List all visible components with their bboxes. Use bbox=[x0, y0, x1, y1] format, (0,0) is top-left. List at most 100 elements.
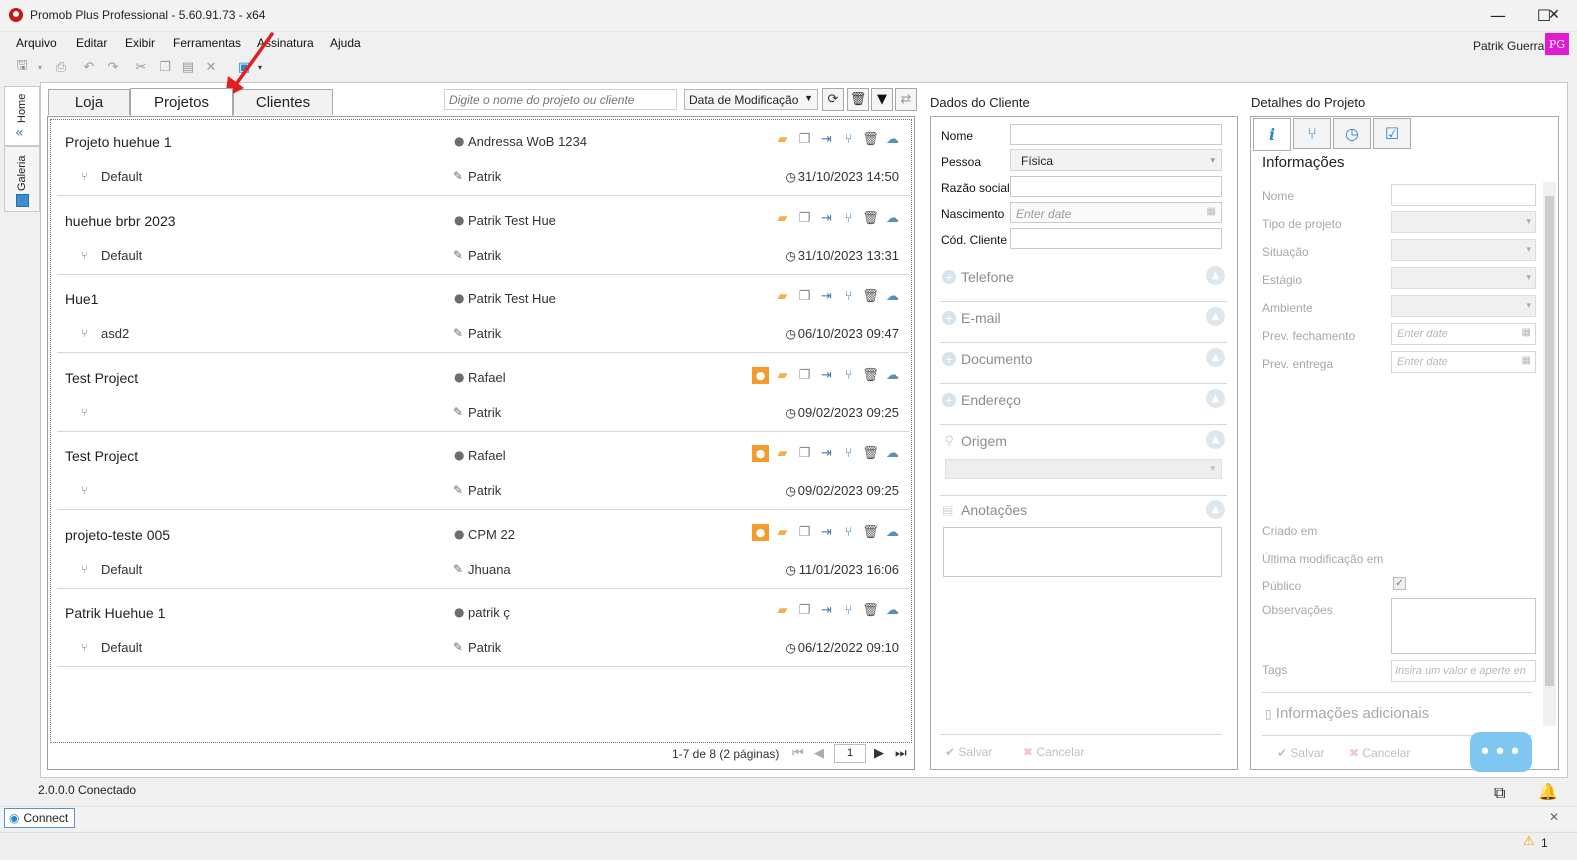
save-icon[interactable]: 🖫 bbox=[14, 58, 30, 75]
project-search-input[interactable] bbox=[444, 89, 677, 110]
next-page-icon[interactable]: ▶ bbox=[874, 746, 884, 761]
razao-social-input[interactable] bbox=[1010, 176, 1222, 197]
client-badge-icon[interactable]: ● bbox=[752, 523, 769, 541]
delete-icon[interactable]: 🗑 bbox=[862, 131, 879, 148]
warning-icon[interactable]: ⚠ bbox=[1523, 834, 1535, 849]
tab-info[interactable]: i bbox=[1253, 118, 1291, 151]
undo-icon[interactable]: ↶ bbox=[81, 59, 97, 75]
det-estagio-select[interactable]: ▾ bbox=[1391, 267, 1536, 289]
det-tags-input[interactable]: Insira um valor e aperte en bbox=[1391, 660, 1536, 682]
nascimento-input[interactable]: Enter date ▦ bbox=[1010, 202, 1222, 223]
folder-icon[interactable]: ▰ bbox=[774, 524, 791, 541]
project-row[interactable]: Test Project ⑂ Rafael Patrik 09/02/2023 … bbox=[57, 432, 909, 510]
chat-bubble-button[interactable]: ••• bbox=[1470, 732, 1532, 772]
cloud-icon[interactable]: ☁ bbox=[884, 288, 901, 305]
menu-exibir[interactable]: Exibir bbox=[125, 36, 155, 50]
export-icon[interactable]: ⇥ bbox=[818, 602, 835, 619]
delete-icon[interactable]: 🗑 bbox=[862, 445, 879, 462]
add-version-icon[interactable]: ⑂ bbox=[840, 131, 857, 148]
det-prev-entrega-input[interactable]: Enter date ▦ bbox=[1391, 351, 1536, 373]
det-ambiente-select[interactable]: ▾ bbox=[1391, 295, 1536, 317]
calendar-icon[interactable]: ▦ bbox=[1522, 327, 1531, 338]
delete-icon[interactable]: ✕ bbox=[203, 59, 219, 75]
section-documento[interactable]: + Documento ▲ bbox=[940, 344, 1227, 384]
client-cancel-button[interactable]: ✖ Cancelar bbox=[1023, 745, 1084, 759]
calendar-icon[interactable]: ▦ bbox=[1522, 355, 1531, 366]
first-page-icon[interactable]: ⏮ bbox=[792, 746, 804, 761]
project-row[interactable]: huehue brbr 2023 ⑂ Default Patrik Test H… bbox=[57, 197, 909, 275]
cut-icon[interactable]: ✂ bbox=[133, 59, 149, 75]
client-badge-icon[interactable]: ● bbox=[752, 366, 769, 384]
menu-arquivo[interactable]: Arquivo bbox=[16, 36, 57, 50]
nome-input[interactable] bbox=[1010, 124, 1222, 145]
copy-icon[interactable]: ❐ bbox=[796, 524, 813, 541]
project-row[interactable]: Projeto huehue 1 ⑂ Default Andressa WoB … bbox=[57, 118, 909, 196]
add-version-icon[interactable]: ⑂ bbox=[840, 445, 857, 462]
folder-icon[interactable]: ▰ bbox=[774, 288, 791, 305]
delete-icon[interactable]: 🗑 bbox=[862, 210, 879, 227]
details-save-button[interactable]: ✔ Salvar bbox=[1277, 746, 1324, 760]
cloud-icon[interactable]: ☁ bbox=[884, 524, 901, 541]
cloud-icon[interactable]: ☁ bbox=[884, 445, 901, 462]
cloud-icon[interactable]: ☁ bbox=[884, 367, 901, 384]
folder-icon[interactable]: ▰ bbox=[774, 210, 791, 227]
delete-icon[interactable]: 🗑 bbox=[862, 367, 879, 384]
collapse-icon[interactable]: ▲ bbox=[1206, 500, 1225, 519]
tab-versions[interactable]: ⑂ bbox=[1293, 118, 1331, 149]
cloud-icon[interactable]: ☁ bbox=[884, 131, 901, 148]
copy-icon[interactable]: ❐ bbox=[796, 602, 813, 619]
connect-button[interactable]: ◉ Connect bbox=[4, 808, 75, 828]
origem-select[interactable]: ▾ bbox=[945, 459, 1222, 479]
save-dropdown-icon[interactable]: ▾ bbox=[32, 59, 48, 75]
paste-icon[interactable]: ▤ bbox=[180, 59, 196, 75]
section-origem[interactable]: ⚲ Origem ▲ ▾ bbox=[940, 426, 1227, 496]
menu-editar[interactable]: Editar bbox=[76, 36, 107, 50]
menu-ajuda[interactable]: Ajuda bbox=[330, 36, 361, 50]
anotacoes-textarea[interactable] bbox=[943, 527, 1222, 577]
section-info-adicionais[interactable]: ▯ Informações adicionais bbox=[1265, 705, 1429, 722]
redo-icon[interactable]: ↷ bbox=[105, 59, 121, 75]
bell-icon[interactable]: 🔔 bbox=[1538, 782, 1558, 801]
swap-button[interactable]: ⇄ bbox=[895, 88, 917, 111]
det-situacao-select[interactable]: ▾ bbox=[1391, 239, 1536, 261]
user-name[interactable]: Patrik Guerra bbox=[1473, 39, 1544, 53]
client-badge-icon[interactable]: ● bbox=[752, 445, 769, 462]
side-tab-home[interactable]: Home « bbox=[4, 86, 40, 146]
tab-projetos[interactable]: Projetos bbox=[130, 88, 233, 116]
add-version-icon[interactable]: ⑂ bbox=[840, 210, 857, 227]
pessoa-select[interactable]: Física ▾ bbox=[1010, 149, 1222, 171]
publico-checkbox[interactable]: ✓ bbox=[1393, 577, 1406, 590]
details-cancel-button[interactable]: ✖ Cancelar bbox=[1349, 746, 1410, 760]
add-version-icon[interactable]: ⑂ bbox=[840, 288, 857, 305]
export-icon[interactable]: ⇥ bbox=[818, 524, 835, 541]
side-tab-galeria[interactable]: Galeria bbox=[4, 146, 40, 212]
det-tipo-select[interactable]: ▾ bbox=[1391, 211, 1536, 233]
add-version-icon[interactable]: ⑂ bbox=[840, 367, 857, 384]
export-icon[interactable]: ⇥ bbox=[818, 445, 835, 462]
collapse-icon[interactable]: ▲ bbox=[1206, 266, 1225, 285]
copy-icon[interactable]: ❐ bbox=[796, 367, 813, 384]
copy-icon[interactable]: ❐ bbox=[796, 445, 813, 462]
collapse-icon[interactable]: ▲ bbox=[1206, 389, 1225, 408]
folder-icon[interactable]: ▰ bbox=[774, 445, 791, 462]
folder-icon[interactable]: ▰ bbox=[774, 367, 791, 384]
client-save-button[interactable]: ✔ Salvar bbox=[945, 745, 992, 759]
add-version-icon[interactable]: ⑂ bbox=[840, 524, 857, 541]
delete-icon[interactable]: 🗑 bbox=[862, 602, 879, 619]
sort-select[interactable]: Data de Modificação ▼ bbox=[684, 89, 818, 110]
tab-history[interactable]: ◷ bbox=[1333, 118, 1371, 149]
project-row[interactable]: Hue1 ⑂ asd2 Patrik Test Hue Patrik 06/10… bbox=[57, 275, 909, 353]
prev-page-icon[interactable]: ◀ bbox=[814, 746, 824, 761]
details-scroll-thumb[interactable] bbox=[1545, 196, 1554, 686]
print-icon[interactable]: ⎙ bbox=[53, 59, 69, 75]
connect-close-icon[interactable]: ✕ bbox=[1549, 810, 1559, 824]
section-telefone[interactable]: + Telefone ▲ bbox=[940, 262, 1227, 302]
export-icon[interactable]: ⇥ bbox=[818, 367, 835, 384]
tab-loja[interactable]: Loja bbox=[48, 89, 130, 115]
codigo-cliente-input[interactable] bbox=[1010, 228, 1222, 249]
last-page-icon[interactable]: ⏭ bbox=[895, 746, 907, 761]
section-endereco[interactable]: + Endereço ▲ bbox=[940, 385, 1227, 425]
calendar-icon[interactable]: ▦ bbox=[1207, 206, 1216, 217]
det-obs-textarea[interactable] bbox=[1391, 598, 1536, 654]
screens-icon[interactable]: ⧉ bbox=[1494, 783, 1505, 803]
